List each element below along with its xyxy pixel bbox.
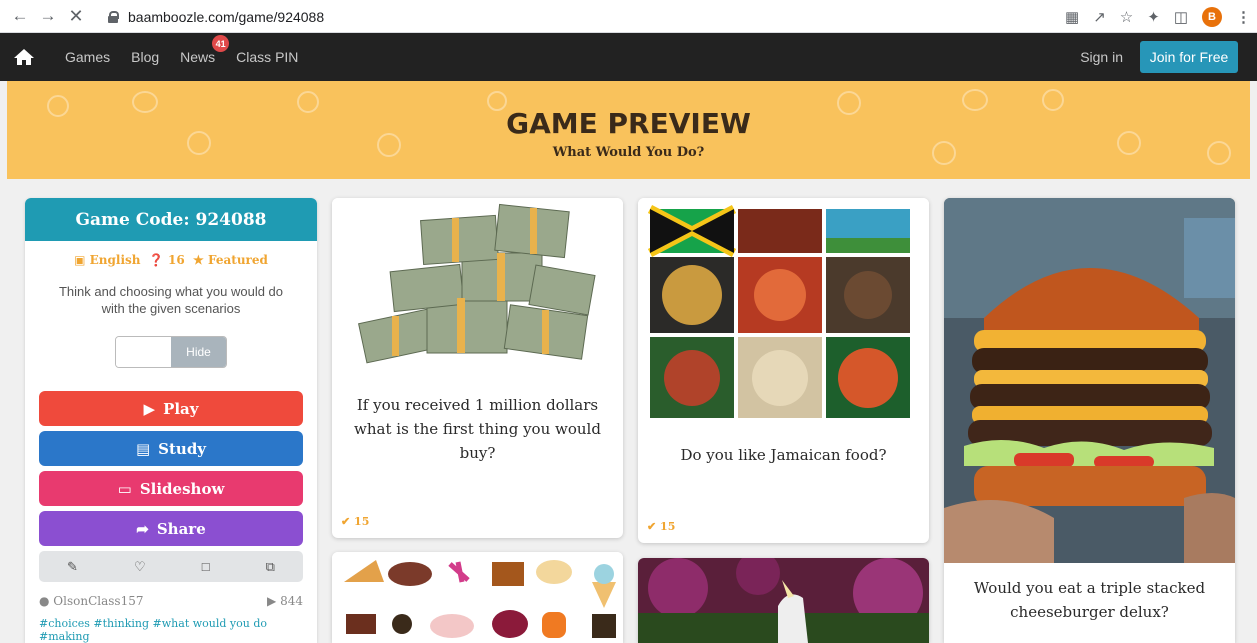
profile-avatar[interactable]: B: [1202, 6, 1222, 27]
game-stats: ● OlsonClass157 ▶ 844: [39, 594, 303, 608]
cheeseburger-image: [944, 198, 1235, 563]
game-info-panel: Game Code: 924088 ▣ English ❓ 16 ★ Featu…: [25, 198, 317, 643]
lock-icon: [108, 10, 119, 23]
unicorn-forest-image: [638, 558, 929, 643]
question-text: Do you like Jamaican food?: [680, 446, 887, 464]
slideshow-button[interactable]: ▭ Slideshow: [39, 471, 303, 506]
hide-toggle[interactable]: Hide: [115, 336, 227, 368]
desserts-grid-image: [332, 552, 623, 643]
question-text: Would you eat a triple stacked cheesebur…: [973, 579, 1206, 621]
game-meta: ▣ English ❓ 16 ★ Featured: [25, 253, 317, 267]
translate-icon[interactable]: ▦: [1065, 8, 1079, 26]
question-card[interactable]: [332, 552, 623, 643]
stop-loading-icon[interactable]: ✕: [66, 6, 86, 26]
site-navbar: Games Blog News 41 Class PIN: [0, 33, 1257, 81]
game-title: What Would You Do?: [552, 145, 705, 160]
nav-class-pin[interactable]: Class PIN: [236, 49, 298, 65]
answer-count-value: 15: [354, 515, 370, 528]
question-count: 16: [167, 253, 185, 267]
author-name: OlsonClass157: [53, 594, 144, 608]
address-bar[interactable]: baamboozle.com/game/924088: [108, 5, 324, 28]
tag-list[interactable]: #choices #thinking #what would you do #m…: [39, 617, 303, 643]
language-icon: ▣: [74, 253, 86, 267]
jamaican-food-collage-image: [638, 198, 929, 428]
nav-blog[interactable]: Blog: [131, 49, 159, 65]
menu-kebab-icon[interactable]: ⋮: [1236, 8, 1251, 26]
home-icon[interactable]: [4, 33, 44, 81]
nav-games[interactable]: Games: [65, 49, 110, 65]
url-text: baamboozle.com/game/924088: [128, 8, 325, 25]
extensions-puzzle-icon[interactable]: ✦: [1147, 8, 1160, 26]
hide-button[interactable]: Hide: [171, 337, 226, 367]
toggle-off-side[interactable]: [116, 337, 171, 367]
study-label: Study: [158, 439, 207, 458]
page-title: GAME PREVIEW: [506, 107, 751, 140]
language-label: English: [89, 253, 141, 267]
join-free-button[interactable]: Join for Free: [1140, 41, 1238, 73]
game-code-header: Game Code: 924088: [25, 198, 317, 241]
plays: ▶ 844: [267, 594, 303, 608]
question-card[interactable]: [638, 558, 929, 643]
slideshow-label: Slideshow: [139, 479, 225, 498]
tool-bar: ✎ ♡ □ ⧉: [39, 551, 303, 582]
question-card[interactable]: Would you eat a triple stacked cheesebur…: [944, 198, 1235, 643]
play-count: 844: [280, 594, 303, 608]
folder-icon[interactable]: □: [202, 559, 210, 574]
money-stack-image: [332, 198, 623, 380]
sign-in-link[interactable]: Sign in: [1080, 49, 1123, 65]
book-icon: ▤: [135, 439, 151, 458]
game-preview-banner: GAME PREVIEW What Would You Do?: [7, 81, 1250, 179]
share-page-icon[interactable]: ↗: [1093, 8, 1106, 26]
question-icon: ❓: [148, 253, 164, 267]
study-button[interactable]: ▤ Study: [39, 431, 303, 466]
copy-icon[interactable]: ⧉: [266, 559, 275, 575]
monitor-icon: ▭: [117, 479, 132, 498]
play-label: Play: [163, 399, 199, 418]
question-card[interactable]: Do you like Jamaican food? ✔ 15: [638, 198, 929, 543]
answer-count: ✔ 15: [341, 515, 370, 528]
author[interactable]: ● OlsonClass157: [39, 594, 143, 608]
share-arrow-icon: ➦: [136, 519, 149, 538]
bookmark-star-icon[interactable]: ☆: [1120, 8, 1133, 26]
play-button[interactable]: ▶ Play: [39, 391, 303, 426]
featured-label: Featured: [208, 253, 268, 267]
play-icon: ▶: [143, 399, 156, 418]
side-panel-icon[interactable]: ◫: [1174, 8, 1188, 26]
question-card[interactable]: If you received 1 million dollars what i…: [332, 198, 623, 538]
forward-arrow-icon[interactable]: →: [38, 6, 58, 26]
share-button[interactable]: ➦ Share: [39, 511, 303, 546]
answer-count-value: 15: [660, 520, 676, 533]
answer-count: ✔ 15: [647, 520, 676, 533]
game-description: Think and choosing what you would do wit…: [58, 284, 284, 316]
star-icon: ★: [193, 253, 204, 267]
favorite-heart-icon[interactable]: ♡: [134, 559, 146, 575]
nav-news-label: News: [180, 49, 216, 65]
back-arrow-icon[interactable]: ←: [10, 6, 30, 26]
nav-news[interactable]: News 41: [180, 35, 230, 65]
edit-pencil-icon[interactable]: ✎: [67, 559, 78, 575]
browser-toolbar: ← → ✕ baamboozle.com/game/924088 ▦ ↗ ☆ ✦…: [0, 0, 1257, 33]
question-text: If you received 1 million dollars what i…: [354, 396, 601, 462]
news-badge: 41: [212, 35, 230, 52]
share-label: Share: [156, 519, 206, 538]
